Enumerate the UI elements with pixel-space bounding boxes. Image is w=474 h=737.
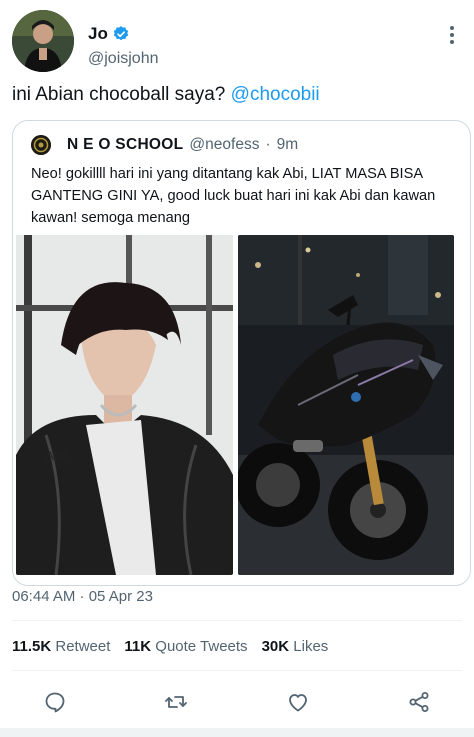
author-handle[interactable]: @joisjohn	[88, 50, 159, 68]
tweet-header: Jo @joisjohn	[12, 10, 462, 74]
likes-count: 30K	[261, 638, 290, 655]
quotes-label: Quote Tweets	[155, 638, 248, 655]
tweet-body: ini Abian chocoball saya?	[12, 84, 226, 105]
tweet-timestamp[interactable]: 06:44 AM · 05 Apr 23	[12, 588, 153, 605]
tweet-text: ini Abian chocoball saya? @chocobii	[12, 84, 320, 106]
divider	[12, 670, 462, 671]
quoted-tweet[interactable]: N E O SCHOOL @neofess · 9m Neo! gokillll…	[12, 120, 471, 586]
quoted-tweet-text: Neo! gokillll hari ini yang ditantang ka…	[31, 166, 436, 226]
retweets-count: 11.5K	[12, 638, 52, 655]
mention-link[interactable]: @chocobii	[231, 84, 320, 105]
quotes-stat[interactable]: 11K Quote Tweets	[124, 638, 247, 655]
reply-icon[interactable]	[37, 684, 73, 720]
like-icon[interactable]	[280, 684, 316, 720]
bottom-divider	[0, 728, 474, 737]
retweets-stat[interactable]: 11.5K Retweet	[12, 638, 110, 655]
author-name[interactable]: Jo	[88, 24, 108, 44]
photo-person[interactable]: AMI	[16, 235, 233, 575]
quoted-author-name[interactable]: N E O SCHOOL	[67, 136, 183, 154]
avatar[interactable]	[12, 10, 74, 72]
share-icon[interactable]	[401, 684, 437, 720]
likes-stat[interactable]: 30K Likes	[262, 638, 329, 655]
quoted-separator: ·	[265, 136, 271, 153]
retweets-label: Retweet	[55, 638, 111, 655]
quoted-author-handle[interactable]: @neofess	[189, 136, 259, 154]
photo-motorcycle[interactable]	[238, 235, 454, 575]
quoted-media: AMI	[16, 235, 454, 575]
tweet-stats: 11.5K Retweet 11K Quote Tweets 30K Likes	[12, 638, 328, 655]
retweet-icon[interactable]	[158, 684, 194, 720]
quotes-count: 11K	[124, 638, 152, 655]
likes-label: Likes	[293, 638, 329, 655]
quoted-time: 9m	[276, 136, 299, 153]
more-options-icon[interactable]	[444, 24, 460, 46]
verified-badge-icon	[113, 26, 128, 41]
svg-text:AMI: AMI	[46, 449, 67, 463]
tweet-actions	[0, 684, 474, 720]
quoted-tweet-header: N E O SCHOOL @neofess · 9m	[31, 135, 298, 155]
quoted-avatar	[31, 135, 51, 155]
divider	[12, 620, 462, 621]
